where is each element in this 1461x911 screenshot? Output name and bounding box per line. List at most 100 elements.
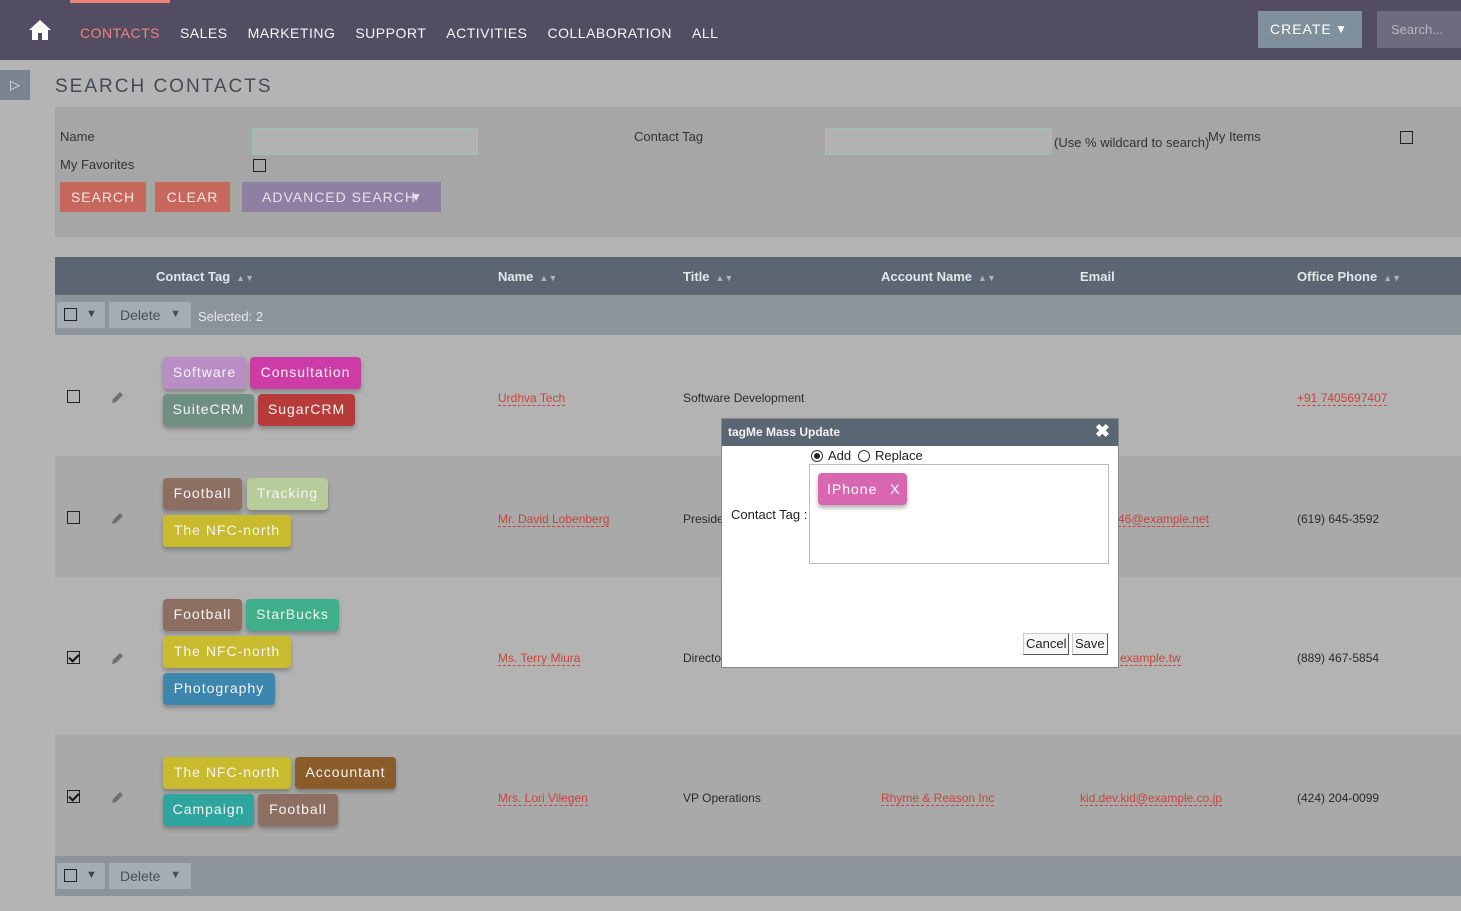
nav-support[interactable]: SUPPORT [345,0,436,60]
remove-tag-icon[interactable]: X [890,481,900,497]
advanced-search-label: ADVANCED SEARCH [262,189,416,205]
search-form: Name Contact Tag (Use % wildcard to sear… [55,107,1461,237]
caret-down-icon: ▼ [86,308,97,320]
select-all-dropdown[interactable]: ▼ [57,302,105,328]
search-button[interactable]: SEARCH [60,182,146,212]
delete-button[interactable]: Delete ▼ [109,302,191,328]
table-row: The NFC-north Accountant Campaign Footba… [55,735,1461,856]
my-items-checkbox[interactable] [1400,131,1413,144]
selected-count: Selected: 2 [198,309,264,324]
delete-button[interactable]: Delete ▼ [109,863,191,889]
sort-icon: ▲▼ [715,273,734,283]
tag-campaign[interactable]: Campaign [163,794,254,826]
email-link[interactable]: kid.dev.kid@example.co.jp [1080,791,1223,806]
office-phone: (889) 467-5854 [1297,651,1380,665]
tag-the-nfc-north[interactable]: The NFC-north [163,757,291,789]
tag-input-box[interactable]: IPhone X [809,464,1109,564]
tag-sugarcrm[interactable]: SugarCRM [258,394,355,426]
row-checkbox[interactable] [67,511,80,524]
contact-name-link[interactable]: Urdhva Tech [498,391,566,406]
email-link[interactable]: example.tw [1120,651,1181,666]
account-name-link[interactable]: Rhyme & Reason Inc [881,791,995,806]
nav-sales[interactable]: SALES [170,0,238,60]
row-checkbox[interactable] [67,390,80,403]
name-input[interactable] [252,128,478,155]
office-phone-link[interactable]: +91 7405697407 [1297,391,1388,406]
table-header: Contact Tag ▲▼ Name ▲▼ Title ▲▼ Account Nam… [55,257,1461,295]
header-title[interactable]: Title ▲▼ [683,269,733,284]
tag-consultation[interactable]: Consultation [250,357,361,389]
nav-collaboration[interactable]: COLLABORATION [538,0,683,60]
tag-football[interactable]: Football [258,794,338,826]
tag-the-nfc-north[interactable]: The NFC-north [163,515,291,547]
nav-activities[interactable]: ACTIVITIES [436,0,537,60]
nav-contacts[interactable]: CONTACTS [70,0,170,60]
contact-name-link[interactable]: Mr. David Lobenberg [498,512,610,527]
replace-radio[interactable] [858,450,870,462]
select-all-checkbox[interactable] [64,308,77,321]
close-icon[interactable]: ✖ [1095,422,1110,440]
row-checkbox[interactable] [67,651,80,664]
contact-name-link[interactable]: Mrs. Lori Vilegen [498,791,588,806]
home-icon[interactable] [28,18,52,42]
dialog-title: tagMe Mass Update [728,425,841,439]
edit-pencil-icon[interactable] [111,390,125,404]
wildcard-hint: (Use % wildcard to search) [1054,135,1210,150]
tag-accountant[interactable]: Accountant [295,757,396,789]
select-all-checkbox[interactable] [64,869,77,882]
header-name[interactable]: Name ▲▼ [498,269,557,284]
sort-icon: ▲▼ [539,273,558,283]
tag-iphone[interactable]: IPhone X [818,473,907,505]
my-favorites-label: My Favorites [60,157,135,172]
contact-tag-field-label: Contact Tag : [731,507,808,522]
tag-starbucks[interactable]: StarBucks [246,599,339,631]
dialog-header: tagMe Mass Update ✖ [722,419,1118,446]
office-phone: (619) 645-3592 [1297,512,1380,526]
row-checkbox[interactable] [67,790,80,803]
header-account-name[interactable]: Account Name ▲▼ [881,269,996,284]
tag-photography[interactable]: Photography [163,673,275,705]
header-office-phone[interactable]: Office Phone ▲▼ [1297,269,1401,284]
caret-down-icon: ▼ [170,869,181,881]
sort-icon: ▲▼ [1383,273,1402,283]
email-link[interactable]: 46@example.net [1118,512,1209,527]
cancel-button[interactable]: Cancel [1023,633,1070,655]
create-button[interactable]: CREATE ▼ [1258,11,1362,48]
edit-pencil-icon[interactable] [111,790,125,804]
my-favorites-checkbox[interactable] [253,159,266,172]
office-phone: (424) 204-0099 [1297,791,1380,805]
add-radio[interactable] [811,450,823,462]
advanced-search-button[interactable]: ADVANCED SEARCH ▼ [242,182,441,212]
contact-title: Directo [683,651,722,665]
nav-all[interactable]: ALL [682,0,728,60]
header-contact-tag[interactable]: Contact Tag ▲▼ [156,269,254,284]
edit-pencil-icon[interactable] [111,651,125,665]
tag-tracking[interactable]: Tracking [247,478,328,510]
caret-down-icon: ▼ [170,308,181,320]
sort-icon: ▲▼ [236,273,254,283]
bulk-action-bar: ▼ Delete ▼ Selected: 2 [55,295,1461,335]
contact-name-link[interactable]: Ms. Terry Miura [498,651,581,666]
save-button[interactable]: Save [1072,633,1108,655]
contact-tag-input[interactable] [825,128,1052,155]
nav-marketing[interactable]: MARKETING [238,0,346,60]
caret-down-icon: ▼ [410,190,423,204]
tag-suitecrm[interactable]: SuiteCRM [163,394,254,426]
contact-tag-label: Contact Tag [634,129,704,144]
replace-label: Replace [875,448,923,463]
clear-button[interactable]: CLEAR [155,182,230,212]
top-navigation-bar: CONTACTS SALES MARKETING SUPPORT ACTIVIT… [0,0,1461,60]
select-all-dropdown[interactable]: ▼ [57,863,105,889]
caret-down-icon: ▼ [86,869,97,881]
sort-icon: ▲▼ [978,273,996,283]
edit-pencil-icon[interactable] [111,511,125,525]
sidebar-toggle-icon[interactable]: ▷ [0,70,30,100]
name-label: Name [60,129,95,144]
tag-football[interactable]: Football [163,599,242,631]
tag-the-nfc-north[interactable]: The NFC-north [163,636,291,668]
tag-football[interactable]: Football [163,478,242,510]
caret-down-icon: ▼ [1335,22,1348,36]
page-title: SEARCH CONTACTS [55,76,273,97]
global-search-input[interactable]: Search... [1377,11,1461,48]
tag-software[interactable]: Software [163,357,246,389]
